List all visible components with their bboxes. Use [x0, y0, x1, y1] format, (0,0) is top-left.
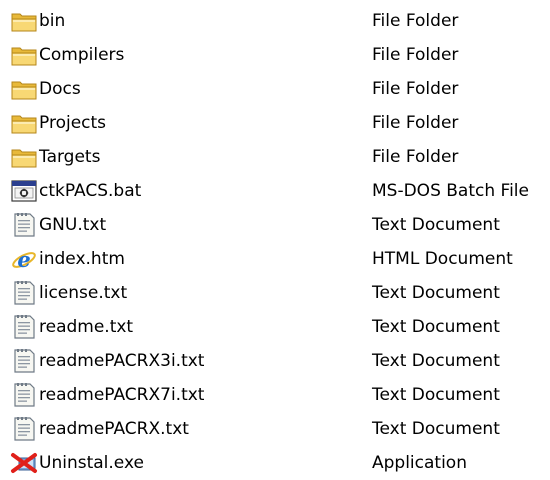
- file-name: bin: [39, 11, 66, 31]
- file-type: File Folder: [372, 113, 459, 133]
- list-item-uninstal-exe[interactable]: Uninstal.exe Application: [10, 446, 548, 480]
- file-type: Text Document: [372, 215, 500, 235]
- file-type: HTML Document: [372, 249, 513, 269]
- file-type: Text Document: [372, 351, 500, 371]
- file-name: license.txt: [39, 283, 128, 303]
- file-name: Docs: [39, 79, 81, 99]
- file-name: ctkPACS.bat: [39, 181, 142, 201]
- list-item-projects[interactable]: Projects File Folder: [10, 106, 548, 140]
- list-item-readmepacrx3i-txt[interactable]: readmePACRX3i.txt Text Document: [10, 344, 548, 378]
- list-item-docs[interactable]: Docs File Folder: [10, 72, 548, 106]
- text-document-icon: [10, 348, 38, 374]
- text-document-icon: [10, 382, 38, 408]
- list-item-bin[interactable]: bin File Folder: [10, 4, 548, 38]
- list-item-readmepacrx-txt[interactable]: readmePACRX.txt Text Document: [10, 412, 548, 446]
- batch-file-icon: [10, 178, 38, 204]
- file-type: Text Document: [372, 385, 500, 405]
- list-item-compilers[interactable]: Compilers File Folder: [10, 38, 548, 72]
- file-name: index.htm: [39, 249, 125, 269]
- file-type: Text Document: [372, 317, 500, 337]
- folder-icon: [10, 76, 38, 102]
- file-type: File Folder: [372, 147, 459, 167]
- list-item-ctkpacs-bat[interactable]: ctkPACS.bat MS-DOS Batch File: [10, 174, 548, 208]
- file-name: readmePACRX7i.txt: [39, 385, 205, 405]
- html-document-icon: e: [10, 246, 38, 272]
- folder-icon: [10, 110, 38, 136]
- folder-icon: [10, 42, 38, 68]
- svg-text:e: e: [17, 247, 30, 272]
- text-document-icon: [10, 314, 38, 340]
- file-type: File Folder: [372, 11, 459, 31]
- file-name: Compilers: [39, 45, 125, 65]
- list-item-targets[interactable]: Targets File Folder: [10, 140, 548, 174]
- list-item-index-htm[interactable]: e index.htm HTML Document: [10, 242, 548, 276]
- file-name: readmePACRX.txt: [39, 419, 189, 439]
- text-document-icon: [10, 416, 38, 442]
- file-type: Text Document: [372, 419, 500, 439]
- list-item-readmepacrx7i-txt[interactable]: readmePACRX7i.txt Text Document: [10, 378, 548, 412]
- file-type: File Folder: [372, 79, 459, 99]
- file-type: Application: [372, 453, 467, 473]
- file-name: readme.txt: [39, 317, 134, 337]
- file-name: Projects: [39, 113, 107, 133]
- file-name: readmePACRX3i.txt: [39, 351, 205, 371]
- file-type: MS-DOS Batch File: [372, 181, 529, 201]
- file-list: bin File Folder Compilers File Folder Do…: [10, 4, 548, 480]
- file-type: File Folder: [372, 45, 459, 65]
- list-item-license-txt[interactable]: license.txt Text Document: [10, 276, 548, 310]
- uninstall-application-icon: [10, 450, 38, 476]
- file-name: Uninstal.exe: [39, 453, 144, 473]
- folder-icon: [10, 144, 38, 170]
- list-item-readme-txt[interactable]: readme.txt Text Document: [10, 310, 548, 344]
- file-name: Targets: [39, 147, 101, 167]
- folder-icon: [10, 8, 38, 34]
- text-document-icon: [10, 280, 38, 306]
- file-name: GNU.txt: [39, 215, 107, 235]
- list-item-gnu-txt[interactable]: GNU.txt Text Document: [10, 208, 548, 242]
- file-type: Text Document: [372, 283, 500, 303]
- text-document-icon: [10, 212, 38, 238]
